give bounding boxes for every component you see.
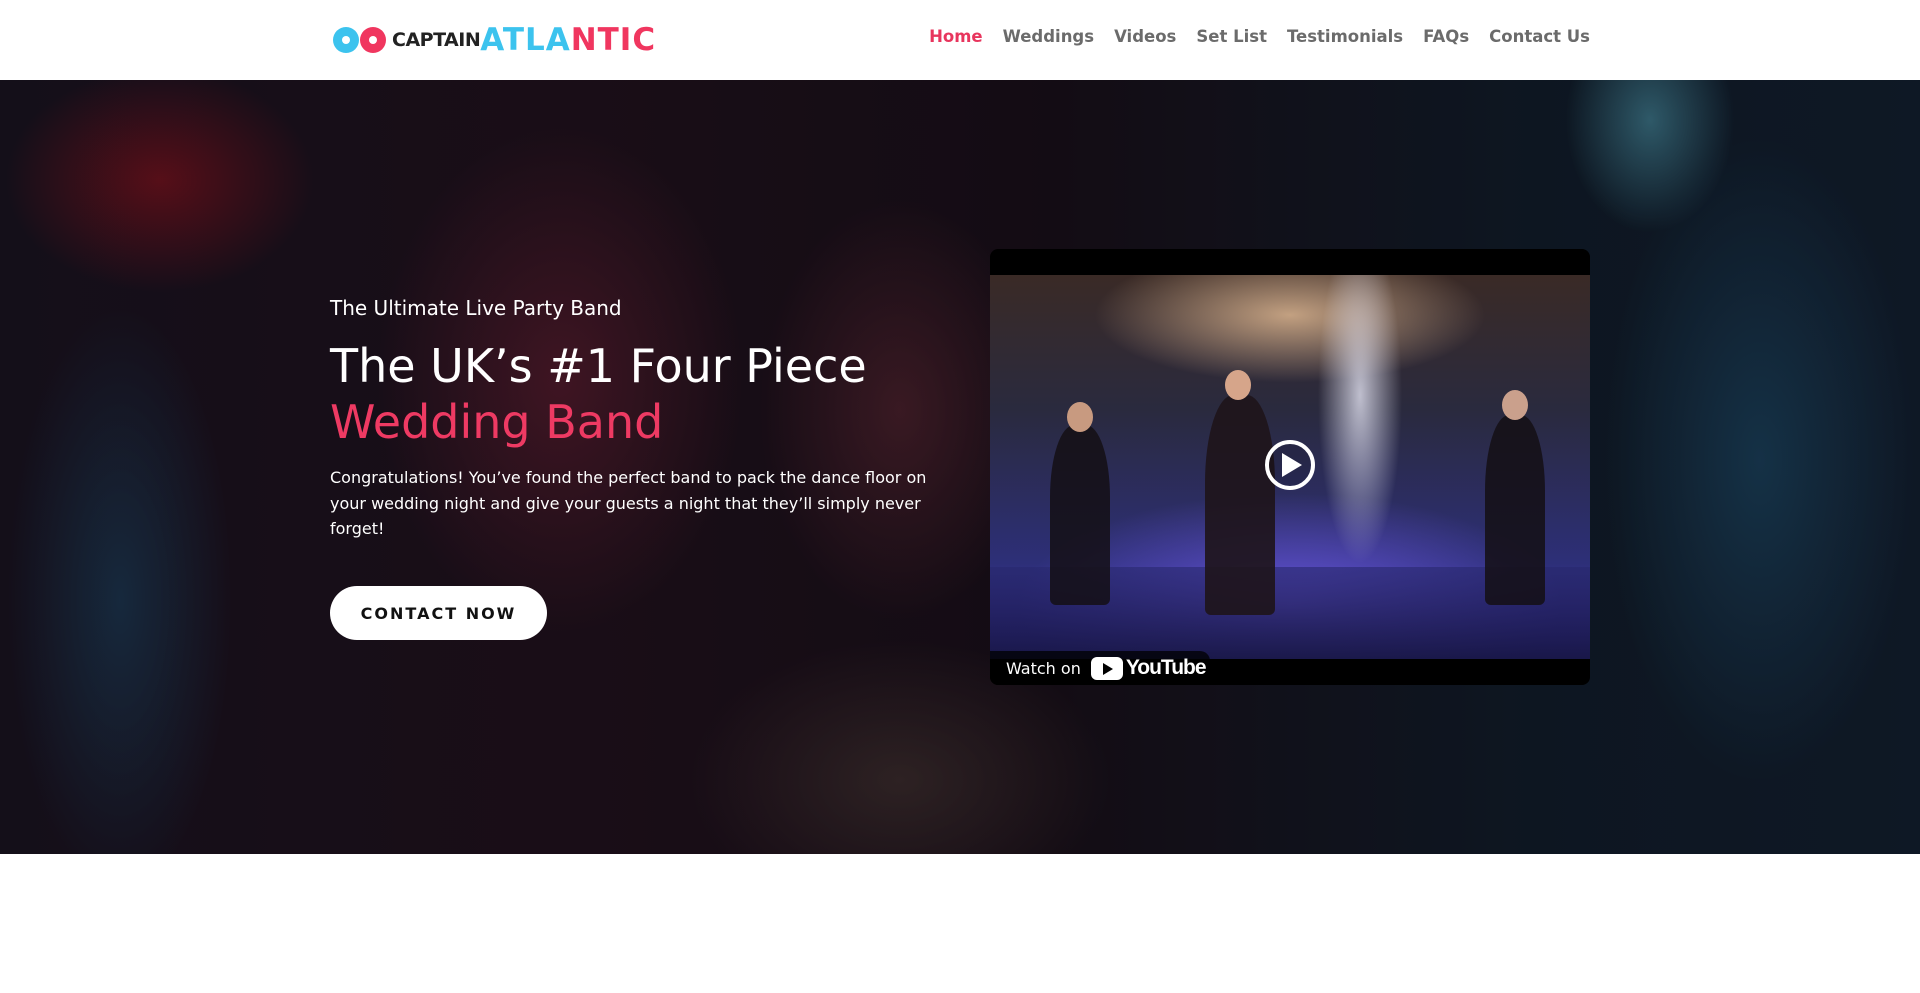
watch-on-youtube-link[interactable]: Watch on YouTube [990,651,1210,685]
video-figure-head [1502,390,1528,420]
logo-blue-dot-icon [333,27,359,53]
nav-item-contact-us[interactable]: Contact Us [1489,27,1590,46]
nav-item-weddings[interactable]: Weddings [1003,27,1094,46]
nav-item-faqs[interactable]: FAQs [1423,27,1469,46]
video-figure-head [1067,402,1093,432]
logo-pink-dot-icon [360,27,386,53]
video-thumbnail[interactable] [990,275,1590,659]
youtube-logo-icon [1090,656,1123,680]
main-nav: Home Weddings Videos Set List Testimonia… [929,27,1590,46]
hero-body-text: Congratulations! You’ve found the perfec… [330,468,927,538]
hero-section: The Ultimate Live Party Band The UK’s #1… [0,80,1920,854]
contact-now-button[interactable]: CONTACT NOW [330,586,547,640]
video-figure-singer [1205,395,1275,615]
play-icon[interactable] [1265,440,1315,490]
watch-on-label: Watch on [1006,658,1081,678]
site-header: CAPTAIN ATLANTIC Home Weddings Videos Se… [0,0,1920,80]
video-figure-bassist [1485,415,1545,605]
youtube-video-embed[interactable]: Watch on YouTube [990,249,1590,685]
hero-background-image [0,80,1920,854]
logo-atlantic-text: ATLANTIC [480,21,657,58]
video-figure-guitarist [1050,425,1110,605]
hero-headline-line1: The UK’s #1 Four Piece [330,339,867,393]
hero-headline-accent: Wedding Band [330,395,664,449]
nav-item-testimonials[interactable]: Testimonials [1287,27,1403,46]
hero-eyebrow: The Ultimate Live Party Band [330,296,622,320]
logo-captain-text: CAPTAIN [392,29,481,51]
site-logo[interactable]: CAPTAIN ATLANTIC [333,24,656,56]
video-figure-head [1225,370,1251,400]
nav-item-set-list[interactable]: Set List [1196,27,1267,46]
nav-item-videos[interactable]: Videos [1114,27,1176,46]
youtube-wordmark: YouTube [1125,656,1207,679]
hero-headline: The UK’s #1 Four Piece Wedding Band [330,338,950,450]
nav-item-home[interactable]: Home [929,27,983,46]
